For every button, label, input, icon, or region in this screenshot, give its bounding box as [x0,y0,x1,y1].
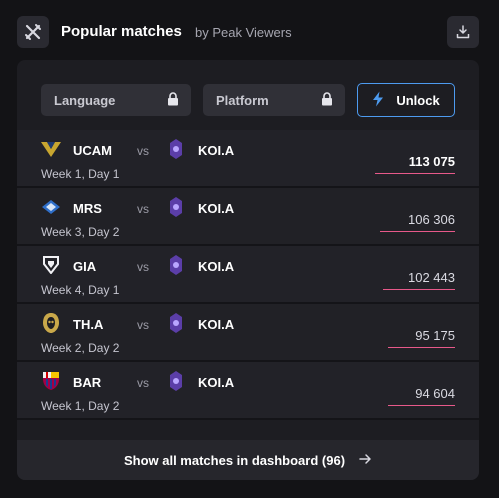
match-week: Week 1, Day 1 [41,167,120,181]
lock-icon [321,91,333,109]
opponent-name: KOI.A [198,143,235,158]
viewers-bar [388,347,455,348]
viewers-bar [375,173,455,174]
match-week: Week 4, Day 1 [41,283,120,297]
widget-subtitle: by Peak Viewers [195,25,292,40]
match-week: Week 1, Day 2 [41,399,120,413]
vs-label: vs [137,260,149,274]
team-name: UCAM [73,143,112,158]
language-filter[interactable]: Language [41,84,191,116]
match-week: Week 2, Day 2 [41,341,120,355]
filter-bar: Language Platform Unlock [17,60,479,130]
match-row[interactable]: UCAM vs KOI.A Week 1, Day 1 113 075 [17,130,479,188]
language-filter-label: Language [54,92,116,108]
team-name: TH.A [73,317,104,332]
platform-filter[interactable]: Platform [203,84,345,116]
lock-icon [167,91,179,109]
peak-viewers: 113 075 [408,154,455,169]
viewers-bar [380,231,455,232]
team-name: MRS [73,201,102,216]
arrow-right-icon [359,453,372,468]
widget-title: Popular matches [61,23,182,40]
vs-label: vs [137,202,149,216]
lightning-icon [372,91,384,110]
koi-logo-icon [167,371,185,391]
koi-logo-icon [167,255,185,275]
show-all-label: Show all matches in dashboard (96) [123,452,346,468]
download-icon[interactable] [447,16,479,48]
peak-viewers: 106 306 [408,212,455,227]
koi-logo-icon [167,313,185,333]
opponent-name: KOI.A [198,259,235,274]
viewers-bar [388,405,455,406]
unlock-button[interactable]: Unlock [357,83,455,117]
koi-logo-icon [167,197,185,217]
match-week: Week 3, Day 2 [41,225,120,239]
match-row[interactable]: MRS vs KOI.A Week 3, Day 2 106 306 [17,188,479,246]
peak-viewers: 94 604 [415,386,455,401]
barca-logo-icon [41,371,61,391]
koi-logo-icon [167,139,185,159]
viewers-bar [383,289,455,290]
opponent-name: KOI.A [198,317,235,332]
vs-label: vs [137,376,149,390]
platform-filter-label: Platform [216,92,269,108]
vs-label: vs [137,144,149,158]
gia-logo-icon [41,255,61,275]
match-row[interactable]: BAR vs KOI.A Week 1, Day 2 94 604 [17,362,479,420]
tha-logo-icon [41,313,61,333]
match-row[interactable]: TH.A vs KOI.A Week 2, Day 2 95 175 [17,304,479,362]
vs-label: vs [137,318,149,332]
popular-matches-card: Language Platform Unlock UCAM vs KOI.A W… [17,60,479,480]
swords-icon[interactable] [17,16,49,48]
peak-viewers: 95 175 [415,328,455,343]
mrs-logo-icon [41,197,61,217]
show-all-matches-button[interactable]: Show all matches in dashboard (96) [17,440,479,480]
matches-list: UCAM vs KOI.A Week 1, Day 1 113 075 MRS [17,130,479,420]
ucam-logo-icon [41,139,61,159]
widget-header: Popular matches by Peak Viewers [0,0,499,60]
team-name: BAR [73,375,102,390]
peak-viewers: 102 443 [408,270,455,285]
match-row[interactable]: GIA vs KOI.A Week 4, Day 1 102 443 [17,246,479,304]
team-name: GIA [73,259,97,274]
unlock-label: Unlock [396,92,440,108]
opponent-name: KOI.A [198,201,235,216]
opponent-name: KOI.A [198,375,235,390]
